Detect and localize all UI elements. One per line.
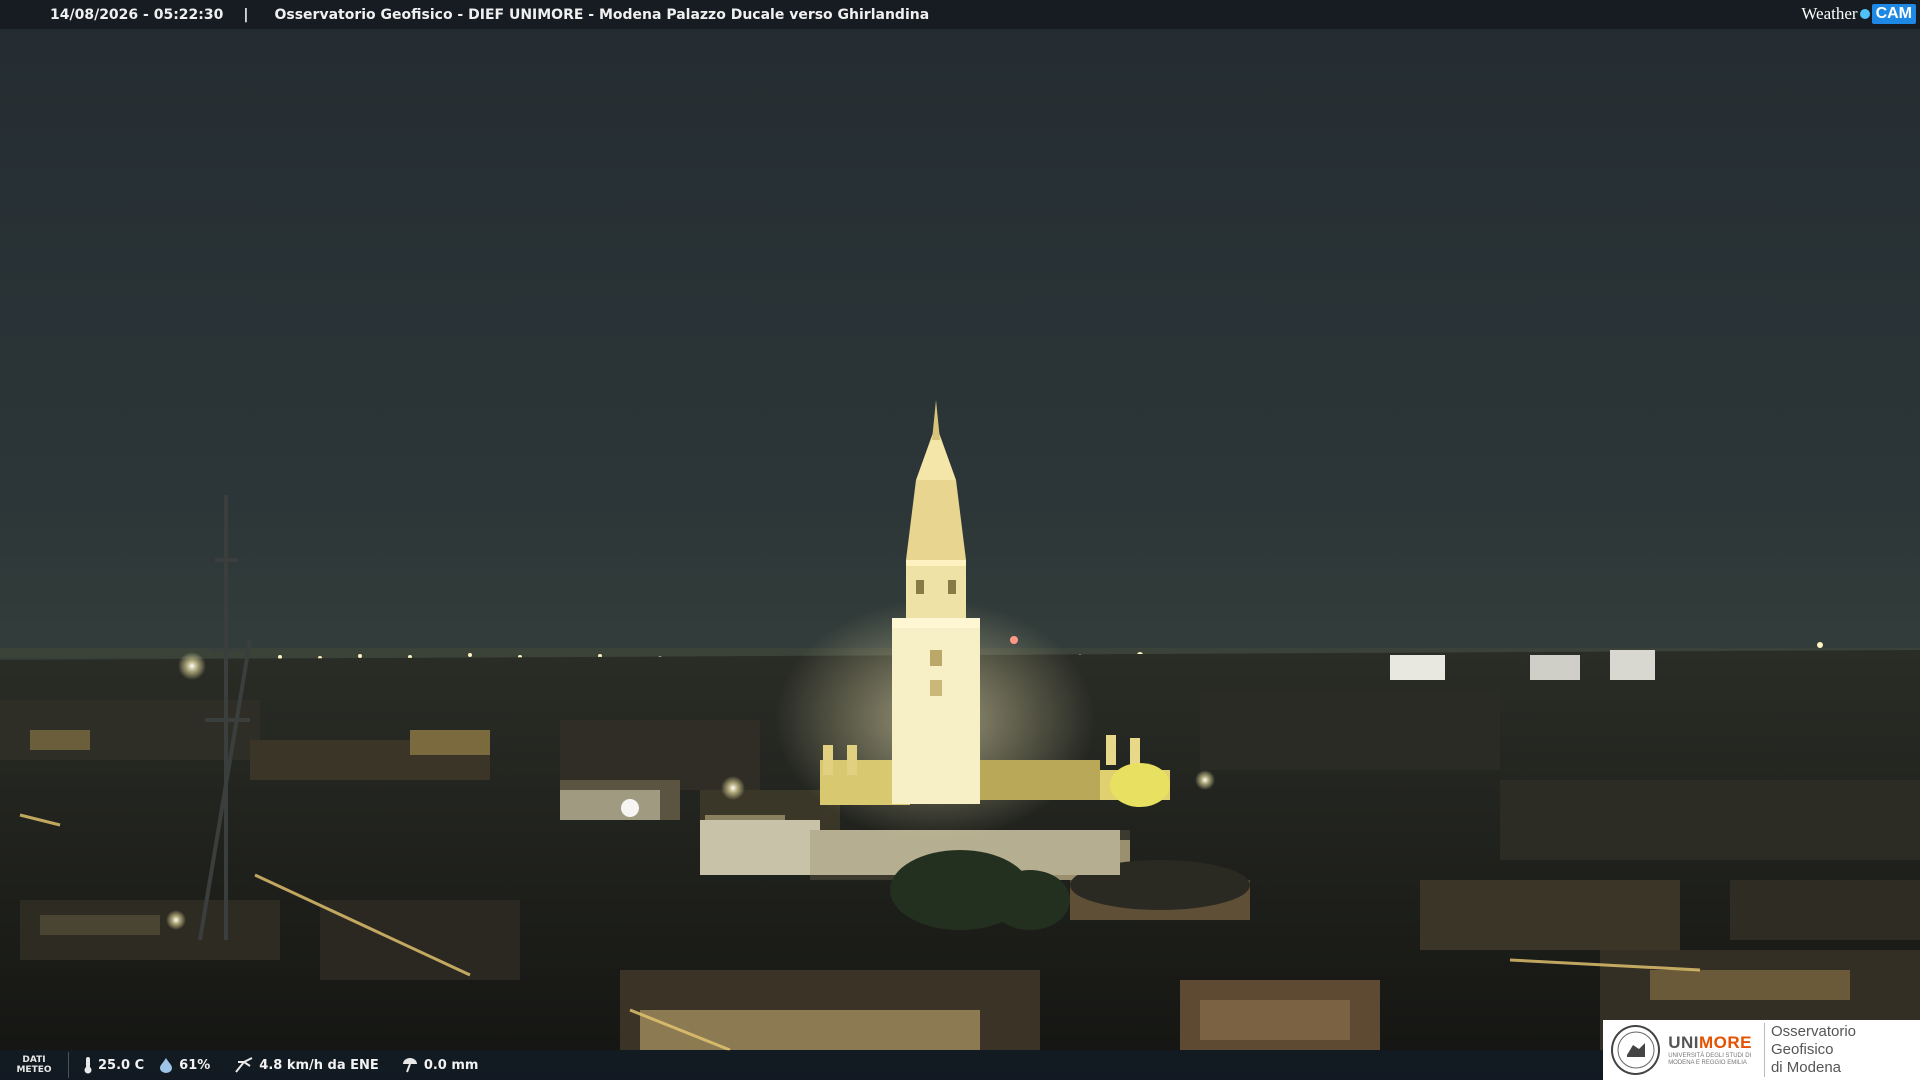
brand-weather: Weather [1801, 4, 1858, 23]
humidity-metric: 61% [158, 1057, 210, 1073]
rain-gauge-icon [402, 1058, 417, 1073]
unimore-logo-panel: UNIMORE UNIVERSITÀ DEGLI STUDI DI MODENA… [1603, 1020, 1920, 1080]
thermometer-icon [84, 1057, 92, 1074]
timestamp: 14/08/2026 - 05:22:30 [50, 6, 224, 23]
unimore-sub2: MODENA E REGGIO EMILIA [1668, 1060, 1747, 1066]
wind-metric: 4.8 km/h da ENE [234, 1056, 379, 1074]
header-separator: | [243, 6, 249, 23]
unimore-uni: UNI [1668, 1033, 1699, 1052]
humidity-drop-icon [160, 1058, 173, 1073]
temperature-value: 25.0 C [98, 1057, 145, 1073]
weathercam-logo: Weather CAM [1801, 3, 1916, 25]
university-seal-icon [1611, 1025, 1661, 1075]
observatory-line1: Osservatorio Geofisico [1770, 1023, 1856, 1058]
weather-label-line1: DATI [22, 1055, 46, 1065]
weather-data-label: DATI METEO [0, 1052, 69, 1078]
brand-cam: CAM [1871, 4, 1916, 24]
rain-metric: 0.0 mm [401, 1056, 479, 1074]
observatory-line2: di Modena [1770, 1059, 1842, 1076]
rain-value: 0.0 mm [423, 1057, 479, 1073]
brand-dot-icon [1859, 9, 1870, 19]
wind-icon [235, 1057, 253, 1073]
unimore-sub1: UNIVERSITÀ DEGLI STUDI DI [1668, 1053, 1752, 1059]
webcam-scene [0, 0, 1920, 1080]
wind-value: 4.8 km/h da ENE [259, 1057, 379, 1073]
unimore-wordmark: UNIMORE UNIVERSITÀ DEGLI STUDI DI MODENA… [1668, 1033, 1752, 1067]
humidity-value: 61% [179, 1057, 211, 1073]
camera-caption: Osservatorio Geofisico - DIEF UNIMORE - … [274, 6, 930, 23]
weather-label-line2: METEO [16, 1065, 52, 1075]
temperature-metric: 25.0 C [83, 1056, 144, 1074]
unimore-more: MORE [1698, 1033, 1752, 1052]
observatory-name: Osservatorio Geofisico di Modena [1763, 1023, 1920, 1077]
camera-header: 14/08/2026 - 05:22:30 | Osservatorio Geo… [0, 0, 1920, 29]
